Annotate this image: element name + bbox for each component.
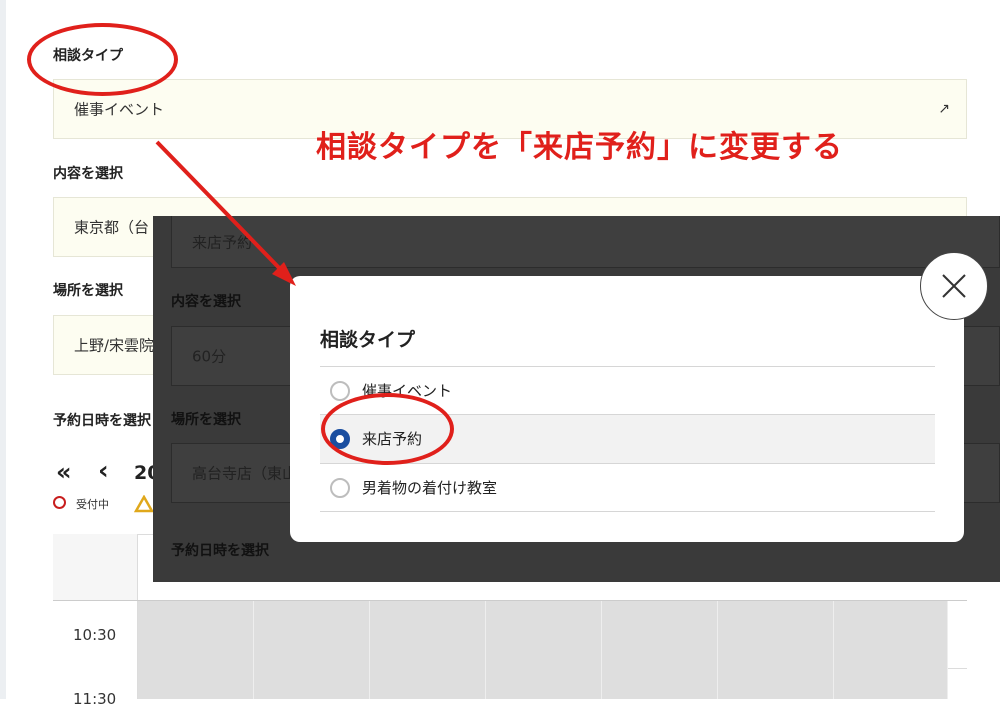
annotation-arrow xyxy=(155,140,296,286)
